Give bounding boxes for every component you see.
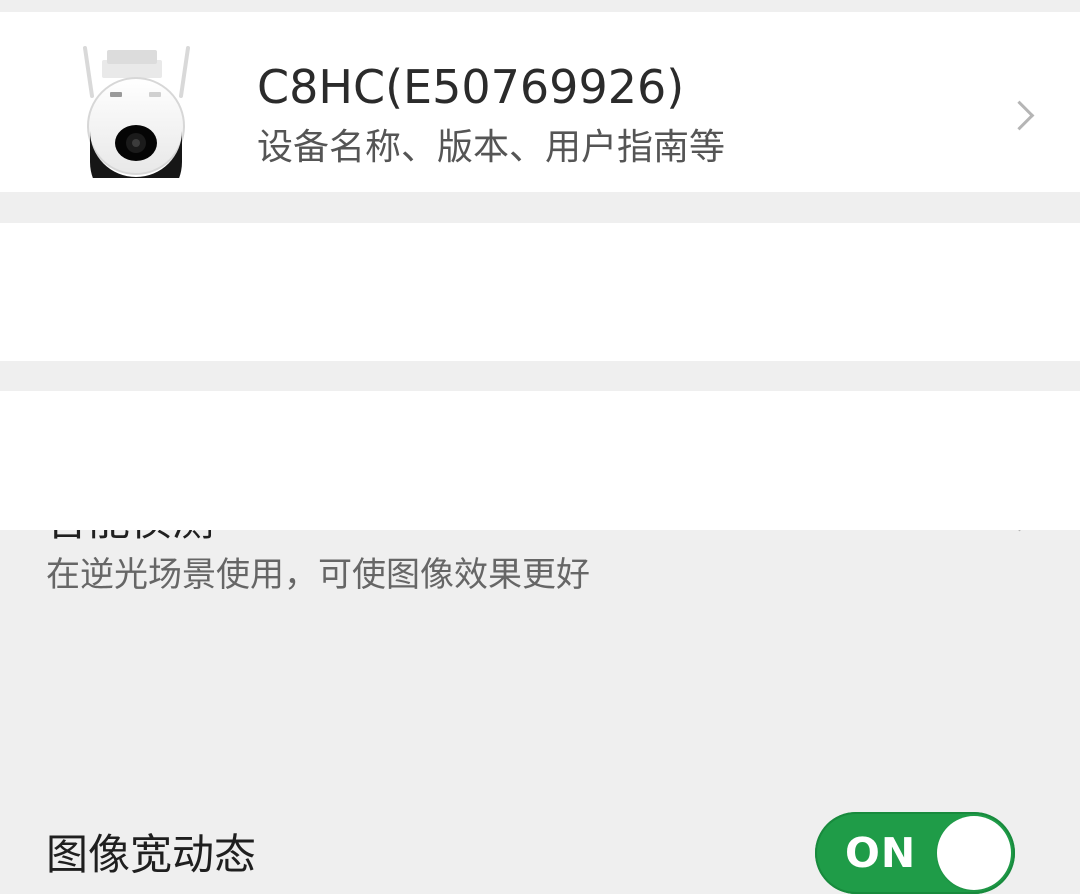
security-camera-icon [83,46,190,178]
device-subtitle: 设备名称、版本、用户指南等 [257,127,726,168]
toggle-state-label: ON [845,829,917,877]
smart-detection-row[interactable]: 智能侦测 [0,223,1080,545]
device-info-card[interactable]: C8HC(E50769926) 设备名称、版本、用户指南等 [0,12,1080,192]
toggle-knob [937,816,1011,890]
chevron-right-icon [1004,100,1035,131]
wdr-setting-row: 图像宽动态 ON [0,391,1080,894]
wdr-label: 图像宽动态 [46,830,257,879]
wdr-toggle[interactable]: ON [815,812,1015,894]
device-name: C8HC(E50769926) [257,60,685,114]
wdr-description: 在逆光场景使用，可使图像效果更好 [46,555,590,595]
settings-page: C8HC(E50769926) 设备名称、版本、用户指南等 智能侦测 图像宽动态… [0,0,1080,894]
